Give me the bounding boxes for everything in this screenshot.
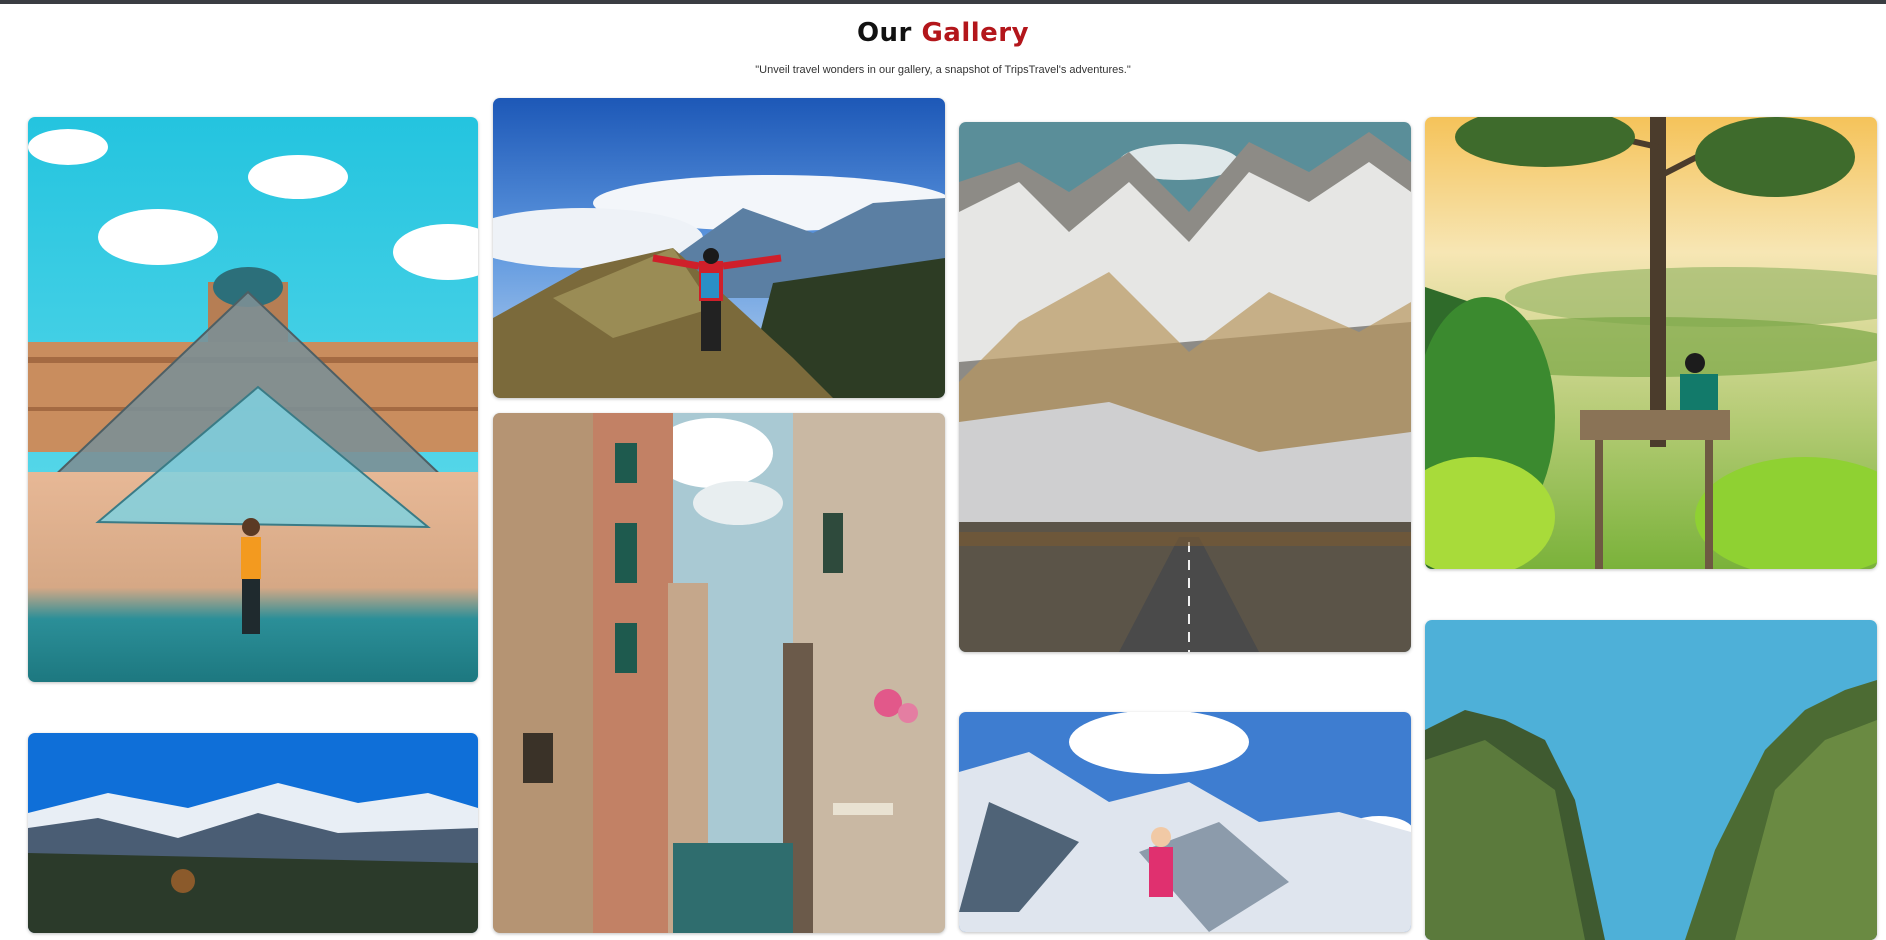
gallery-image-alpine-lake[interactable] <box>28 733 478 933</box>
title-part-our: Our <box>856 18 912 48</box>
alpine-lake-image <box>28 733 478 933</box>
summit-hiker-image <box>493 98 945 398</box>
treehouse-valley-image <box>1425 117 1877 569</box>
top-bar <box>0 0 1886 4</box>
gallery-image-snowy-range[interactable] <box>959 122 1411 652</box>
snow-mountain-hiker-image <box>959 712 1411 932</box>
gallery-image-louvre[interactable] <box>28 117 478 682</box>
gallery-image-venice[interactable] <box>493 413 945 933</box>
gallery-image-snow-hiker[interactable] <box>959 712 1411 932</box>
gallery-subtitle: "Unveil travel wonders in our gallery, a… <box>755 64 1131 76</box>
venice-canal-image <box>493 413 945 933</box>
limestone-cliffs-image <box>1425 620 1877 940</box>
gallery-image-treehouse[interactable] <box>1425 117 1877 569</box>
louvre-pyramid-image <box>28 117 478 682</box>
snowy-range-road-image <box>959 122 1411 652</box>
gallery-title: Our Gallery <box>0 18 1886 48</box>
title-part-gallery: Gallery <box>921 18 1030 48</box>
gallery-image-limestone-cliffs[interactable] <box>1425 620 1877 940</box>
gallery-image-summit-hiker[interactable] <box>493 98 945 398</box>
